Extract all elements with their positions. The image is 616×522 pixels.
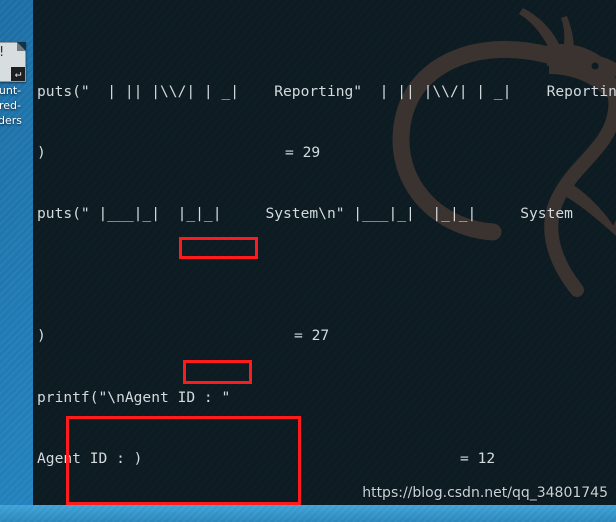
terminal-window[interactable]: puts(" | || |\\/| | _| Reporting" | || |… — [33, 0, 616, 505]
terminal-line: ) = 29 — [37, 143, 616, 163]
terminal-line: printf("\nAgent ID : " — [37, 388, 616, 408]
desktop-icon-label-line-1: unt- — [0, 84, 22, 97]
script-file-icon: ! ↵ — [0, 42, 26, 82]
screen: ! ↵ unt- red- ders — [0, 0, 616, 522]
strace-call: ) — [37, 143, 46, 161]
strace-return: = 12 — [460, 449, 496, 467]
strace-call: puts(" | || |\\/| | _| Reporting" | || |… — [37, 82, 616, 100]
strace-call: Agent ID : ) — [37, 449, 143, 467]
desktop-icon-mount-shared-folders[interactable]: ! ↵ unt- red- ders — [0, 42, 36, 127]
strace-return: = 29 — [285, 143, 321, 161]
strace-call: printf("\nAgent ID : " — [37, 388, 231, 406]
blog-watermark: https://blog.csdn.net/qq_34801745 — [362, 485, 608, 501]
desktop-icon-label-line-2: red- — [0, 99, 21, 112]
terminal-line: puts(" |___|_| |_|_| System\n" |___|_| |… — [37, 204, 616, 224]
strace-call: puts(" |___|_| |_|_| System\n" |___|_| |… — [37, 205, 573, 223]
shortcut-arrow-icon: ↵ — [11, 67, 25, 81]
terminal-line: puts(" | || |\\/| | _| Reporting" | || |… — [37, 82, 616, 102]
strace-return: = 27 — [294, 327, 330, 345]
strace-call: ) — [37, 327, 46, 345]
exclamation-icon: ! — [0, 45, 4, 60]
terminal-line: ) = 27 — [37, 326, 616, 346]
desktop-icon-label-line-3: ders — [0, 114, 22, 127]
taskbar-strip[interactable] — [0, 505, 616, 522]
terminal-output: puts(" | || |\\/| | _| Reporting" | || |… — [37, 0, 616, 505]
terminal-line: Agent ID : ) = 12 — [37, 449, 616, 469]
